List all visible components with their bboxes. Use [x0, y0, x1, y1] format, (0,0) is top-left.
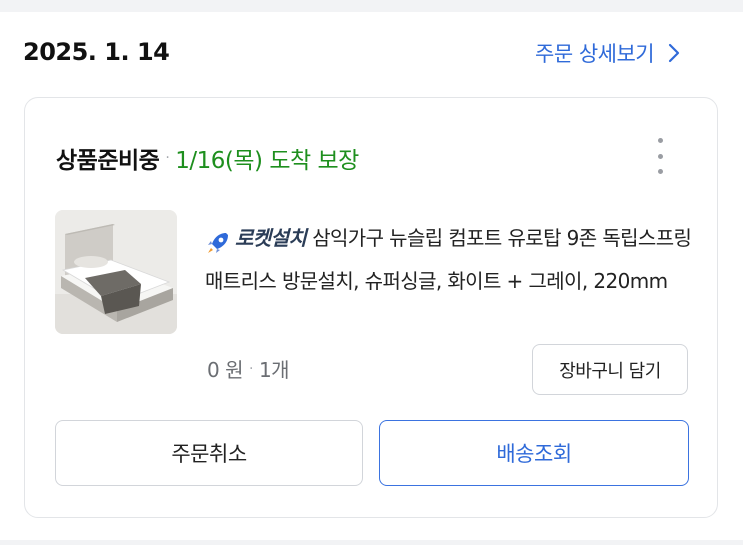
chevron-right-icon: [669, 43, 680, 63]
rocket-install-badge: 로켓설치: [205, 217, 307, 260]
bed-image: [55, 210, 177, 334]
product-quantity: 1개: [258, 358, 290, 382]
order-status: 상품준비중: [56, 148, 160, 174]
bottom-divider: [0, 540, 743, 545]
order-detail-label: 주문 상세보기: [535, 42, 655, 66]
add-to-cart-button[interactable]: 장바구니 담기: [532, 344, 688, 395]
arrival-guarantee: 1/16(목) 도착 보장: [175, 148, 359, 174]
separator-dot: ·: [248, 360, 253, 377]
order-detail-link[interactable]: 주문 상세보기: [535, 38, 680, 68]
more-options-button[interactable]: [648, 138, 672, 174]
order-card: 상품준비중 · 1/16(목) 도착 보장 로켓설치 삼익가구 뉴슬립 컴포트 …: [24, 97, 718, 518]
status-row: 상품준비중 · 1/16(목) 도착 보장: [56, 141, 359, 175]
product-name[interactable]: 로켓설치 삼익가구 뉴슬립 컴포트 유로탑 9존 독립스프링 매트리스 방문설치…: [205, 217, 695, 303]
product-thumbnail[interactable]: [55, 210, 177, 334]
price-row: 0 원 · 1개: [207, 354, 290, 383]
separator-dot: ·: [165, 150, 170, 166]
top-divider: [0, 0, 743, 12]
rocket-icon: [208, 233, 228, 253]
track-delivery-button[interactable]: 배송조회: [379, 420, 689, 486]
rocket-badge-label: 로켓설치: [235, 226, 307, 250]
product-price: 0 원: [207, 358, 243, 382]
cancel-order-button[interactable]: 주문취소: [55, 420, 363, 486]
more-vertical-icon: [657, 138, 663, 143]
order-date: 2025. 1. 14: [23, 38, 170, 66]
